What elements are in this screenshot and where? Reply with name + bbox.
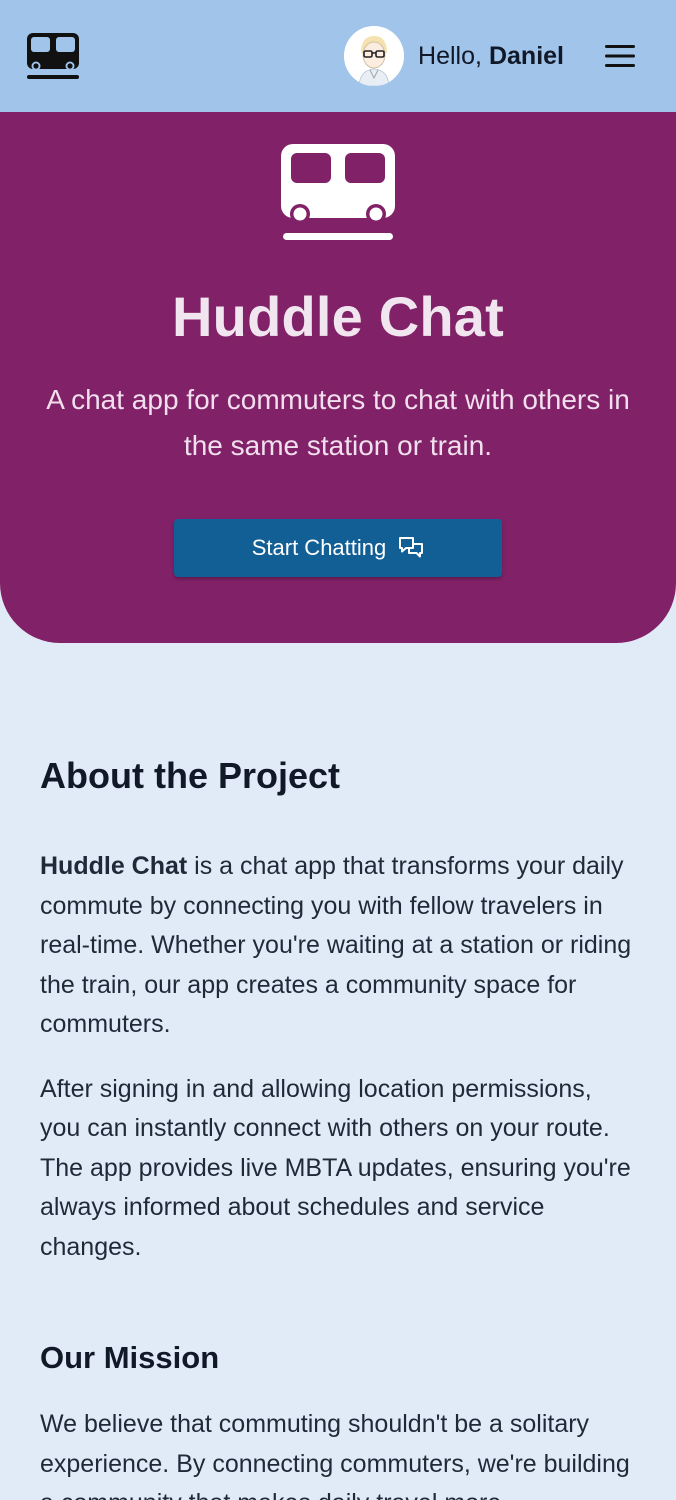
user-greeting[interactable]: Hello, Daniel [344, 25, 564, 87]
train-logo-icon[interactable] [25, 32, 81, 80]
start-chatting-button[interactable]: Start Chatting [174, 519, 502, 577]
mission-heading: Our Mission [40, 1340, 220, 1375]
start-chatting-label: Start Chatting [251, 535, 387, 560]
app-name-bold: Huddle Chat [40, 852, 188, 880]
hero-subtitle: A chat app for commuters to chat with ot… [46, 384, 630, 461]
chat-bubbles-icon [399, 537, 424, 558]
page-title: Huddle Chat [172, 285, 504, 348]
hamburger-menu-icon[interactable] [604, 42, 636, 70]
hero-banner: Huddle Chat A chat app for commuters to … [0, 112, 676, 643]
mission-paragraph: We believe that commuting shouldn't be a… [40, 1410, 630, 1500]
user-avatar-icon [344, 26, 405, 86]
greeting-prefix: Hello, [418, 41, 482, 70]
main-content: About the Project Huddle Chat is a chat … [0, 755, 676, 1500]
train-icon [281, 144, 395, 240]
about-heading: About the Project [40, 755, 341, 796]
user-name: Daniel [488, 41, 564, 70]
avatar[interactable] [344, 26, 405, 86]
about-paragraph-1: Huddle Chat is a chat app that transform… [40, 847, 636, 1045]
greeting-text: Hello, Daniel [418, 42, 564, 71]
top-navbar: Hello, Daniel [0, 0, 676, 112]
about-paragraph-2: After signing in and allowing location p… [40, 1074, 631, 1261]
